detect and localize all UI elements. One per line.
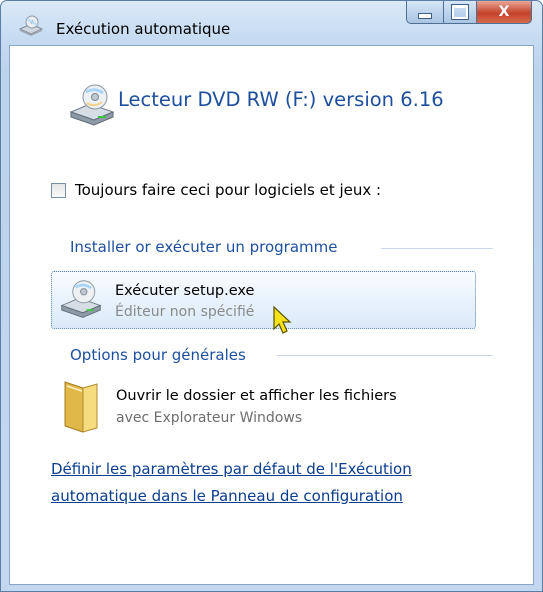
caption-buttons: X	[406, 1, 532, 27]
group-divider	[277, 355, 493, 356]
minimize-button[interactable]	[406, 1, 444, 24]
autoplay-icon	[18, 15, 44, 36]
minimize-icon	[418, 13, 432, 19]
general-group-heading: Options pour générales	[70, 346, 246, 364]
group-divider	[381, 248, 493, 249]
close-icon: X	[498, 4, 510, 20]
dvd-drive-icon	[69, 84, 115, 126]
window-title: Exécution automatique	[56, 20, 231, 38]
autoplay-settings-link-line2[interactable]: automatique dans le Panneau de configura…	[51, 487, 403, 505]
autoplay-settings-link-line1[interactable]: Définir les paramètres par défaut de l'E…	[51, 460, 412, 478]
folder-icon	[64, 381, 98, 433]
mouse-cursor-icon	[273, 305, 292, 334]
close-button[interactable]: X	[477, 1, 532, 24]
dvd-drive-icon	[60, 280, 102, 318]
run-setup-publisher: Éditeur non spécifié	[115, 304, 255, 320]
checkbox-label: Toujours faire ceci pour logiciels et je…	[75, 181, 382, 199]
always-do-this-checkbox[interactable]	[51, 182, 66, 198]
maximize-button[interactable]	[444, 1, 477, 24]
open-folder-subtitle: avec Explorateur Windows	[116, 410, 303, 426]
run-setup-title: Exécuter setup.exe	[115, 283, 255, 299]
run-setup-option[interactable]: Exécuter setup.exe Éditeur non spécifié	[51, 271, 476, 329]
title-bar[interactable]: Exécution automatique X	[1, 1, 542, 45]
drive-title: Lecteur DVD RW (F:) version 6.16	[118, 88, 444, 111]
open-folder-title: Ouvrir le dossier et afficher les fichie…	[116, 388, 397, 404]
install-group-heading: Installer or exécuter un programme	[70, 238, 338, 256]
always-do-this-checkbox-row[interactable]: Toujours faire ceci pour logiciels et je…	[51, 181, 381, 199]
maximize-icon	[452, 5, 468, 19]
